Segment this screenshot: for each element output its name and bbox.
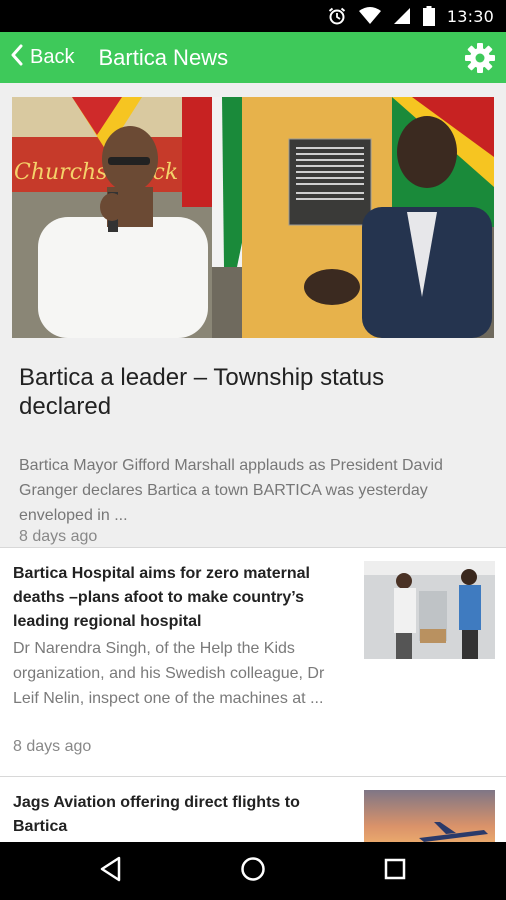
back-button[interactable]: Back bbox=[0, 32, 74, 83]
page-title: Bartica News bbox=[98, 44, 229, 70]
chevron-left-icon bbox=[10, 44, 24, 71]
system-nav-bar bbox=[0, 842, 506, 900]
list-item[interactable]: Bartica Hospital aims for zero maternal … bbox=[0, 548, 506, 776]
list-item[interactable]: Jags Aviation offering direct flights to… bbox=[0, 777, 506, 842]
news-feed[interactable]: Churchs Chick Bartica a leader – Townshi… bbox=[0, 83, 506, 842]
signal-icon bbox=[393, 7, 411, 25]
back-triangle-icon bbox=[99, 856, 123, 887]
featured-article-summary: Bartica Mayor Gifford Marshall applauds … bbox=[19, 457, 443, 524]
featured-article-timestamp: 8 days ago bbox=[19, 528, 98, 545]
featured-article-title[interactable]: Bartica a leader – Township status decla… bbox=[19, 363, 479, 421]
back-label: Back bbox=[30, 46, 75, 68]
recents-square-icon bbox=[384, 858, 406, 885]
article-thumbnail bbox=[364, 790, 495, 842]
article-thumbnail bbox=[364, 561, 495, 659]
featured-article-image: Churchs Chick bbox=[12, 97, 494, 338]
nav-home-button[interactable] bbox=[228, 846, 278, 896]
status-bar: 13:30 bbox=[0, 0, 506, 32]
home-circle-icon bbox=[240, 856, 266, 887]
article-title[interactable]: Jags Aviation offering direct flights to… bbox=[13, 791, 343, 839]
status-time: 13:30 bbox=[446, 6, 494, 26]
settings-button[interactable] bbox=[464, 42, 496, 74]
nav-recents-button[interactable] bbox=[370, 846, 420, 896]
article-title[interactable]: Bartica Hospital aims for zero maternal … bbox=[13, 562, 343, 634]
gear-icon bbox=[464, 43, 496, 78]
wifi-icon bbox=[358, 7, 381, 25]
article-timestamp: 8 days ago bbox=[13, 738, 92, 755]
battery-icon bbox=[422, 6, 435, 26]
article-summary: Dr Narendra Singh, of the Help the Kids … bbox=[13, 640, 325, 707]
nav-back-button[interactable] bbox=[86, 846, 136, 896]
alarm-icon bbox=[327, 6, 347, 26]
app-bar: Back Bartica News bbox=[0, 32, 506, 83]
